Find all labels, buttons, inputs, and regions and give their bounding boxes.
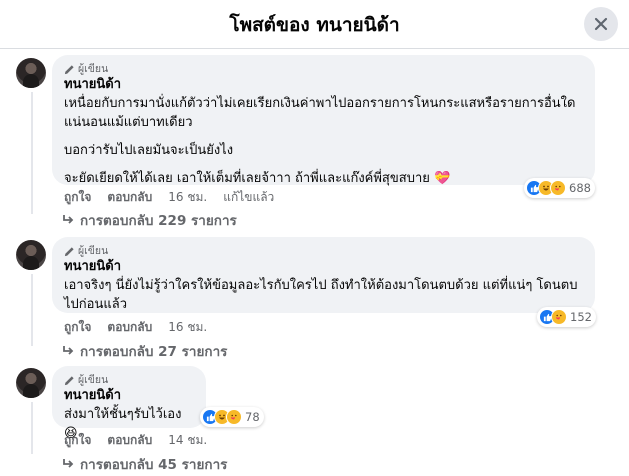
replies-count-label: การตอบกลับ 45 รายการ	[80, 457, 228, 473]
view-replies-link[interactable]: การตอบกลับ 27 รายการ	[62, 340, 227, 362]
comment-bubble: ผู้เขียน ทนายนิด้า เหนื่อยกับการมานั่งแก…	[52, 55, 595, 188]
comment-actions: ถูกใจ ตอบกลับ 14 ชม.	[64, 431, 223, 450]
comment-bubble: ผู้เขียน ทนายนิด้า ส่งมาให้ชั้นๆรับไว้เอ…	[52, 366, 206, 441]
comment-text: เอาจริงๆ นี่ยังไม่รู้ว่าใครให้ข้อมูลอะไร…	[64, 276, 583, 314]
comment-text: เหนื่อยกับการมานั่งแก้ตัวว่าไม่เคยเรียกเ…	[64, 94, 583, 188]
view-replies-link[interactable]: การตอบกลับ 229 รายการ	[62, 209, 237, 231]
comment-timestamp[interactable]: 16 ชม.	[168, 188, 207, 207]
thread-line	[31, 402, 33, 454]
reaction-count: 78	[245, 410, 260, 424]
comment-paragraph: เหนื่อยกับการมานั่งแก้ตัวว่าไม่เคยเรียกเ…	[64, 96, 576, 130]
close-button[interactable]	[584, 7, 618, 41]
like-button[interactable]: ถูกใจ	[64, 188, 91, 207]
reaction-count: 688	[569, 181, 591, 195]
reply-button[interactable]: ตอบกลับ	[107, 431, 152, 450]
author-name[interactable]: ทนายนิด้า	[64, 387, 194, 405]
replies-count-label: การตอบกลับ 27 รายการ	[80, 344, 228, 360]
like-button[interactable]: ถูกใจ	[64, 318, 91, 337]
reaction-summary[interactable]: 78	[200, 407, 264, 427]
comment-paragraph: บอกว่ารับไปเลยมันจะเป็นยังไง	[64, 143, 234, 158]
like-button[interactable]: ถูกใจ	[64, 431, 91, 450]
care-reaction-icon	[226, 409, 242, 425]
dialog-title: โพสต์ของ ทนายนิด้า	[229, 14, 400, 36]
avatar[interactable]	[16, 240, 46, 270]
author-badge: ผู้เขียน	[64, 62, 583, 76]
reply-arrow-icon	[63, 459, 74, 468]
reply-button[interactable]: ตอบกลับ	[107, 318, 152, 337]
comment-actions: ถูกใจ ตอบกลับ 16 ชม. แก้ไขแล้ว	[64, 188, 290, 207]
avatar[interactable]	[16, 368, 46, 398]
pencil-icon	[64, 375, 74, 385]
comment-bubble: ผู้เขียน ทนายนิด้า เอาจริงๆ นี่ยังไม่รู้…	[52, 237, 595, 313]
reply-arrow-icon	[63, 346, 74, 355]
thread-line	[31, 274, 33, 346]
edited-label: แก้ไขแล้ว	[223, 190, 275, 204]
care-reaction-icon	[551, 309, 567, 325]
reply-button[interactable]: ตอบกลับ	[107, 188, 152, 207]
author-name[interactable]: ทนายนิด้า	[64, 258, 583, 276]
reaction-count: 152	[570, 310, 592, 324]
pencil-icon	[64, 64, 74, 74]
reply-arrow-icon	[63, 215, 74, 224]
comment-timestamp[interactable]: 16 ชม.	[168, 318, 207, 337]
view-replies-link[interactable]: การตอบกลับ 45 รายการ	[62, 453, 227, 475]
comment-timestamp[interactable]: 14 ชม.	[168, 431, 207, 450]
replies-count-label: การตอบกลับ 229 รายการ	[80, 213, 237, 229]
dialog-header: โพสต์ของ ทนายนิด้า	[0, 0, 629, 49]
author-badge: ผู้เขียน	[64, 373, 194, 387]
care-reaction-icon	[550, 180, 566, 196]
reaction-summary[interactable]: 152	[537, 307, 596, 327]
comment-actions: ถูกใจ ตอบกลับ 16 ชม.	[64, 318, 223, 337]
close-icon	[594, 17, 608, 31]
avatar[interactable]	[16, 58, 46, 88]
comment-paragraph: จะยัดเยียดให้ได้เลย เอาให้เต็มที่เลยจ้าา…	[64, 171, 451, 186]
comment-paragraph: เอาจริงๆ นี่ยังไม่รู้ว่าใครให้ข้อมูลอะไร…	[64, 278, 578, 312]
pencil-icon	[64, 246, 74, 256]
reaction-summary[interactable]: 688	[524, 178, 595, 198]
thread-line	[31, 92, 33, 214]
author-name[interactable]: ทนายนิด้า	[64, 76, 583, 94]
author-badge: ผู้เขียน	[64, 244, 583, 258]
